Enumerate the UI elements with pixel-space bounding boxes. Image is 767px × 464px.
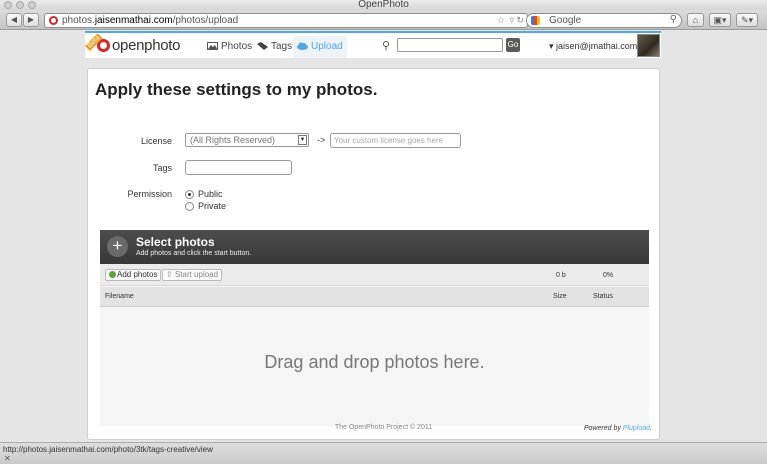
plus-icon: +	[107, 236, 128, 257]
google-icon	[531, 16, 540, 25]
uploader-subtitle: Add photos and click the start button.	[136, 250, 252, 257]
add-icon	[109, 271, 116, 278]
forward-arrow-icon: ▶	[27, 15, 35, 24]
upload-arrow-icon: ⇧	[166, 270, 173, 279]
permission-private-label: Private	[198, 201, 227, 211]
search-engine-placeholder: Google	[549, 15, 582, 26]
site-favicon-icon	[49, 16, 58, 25]
forward-button[interactable]: ▶	[23, 13, 39, 27]
permission-private-radio[interactable]	[185, 202, 194, 211]
status-column: Status	[593, 293, 613, 300]
uploader-header: + Select photos Add photos and click the…	[100, 230, 649, 264]
web-page: openphoto Beta Photos Tags Upload ⚲ Go ▾…	[0, 31, 767, 442]
status-url: http://photos.jaisenmathai.com/photo/3tk…	[3, 445, 213, 454]
nav-tags[interactable]: Tags	[253, 36, 296, 58]
logo-text: openphoto	[112, 37, 181, 54]
license-select[interactable]: (All Rights Reserved) ▼	[185, 133, 309, 147]
site-logo[interactable]: openphoto Beta	[85, 32, 181, 56]
site-header: openphoto Beta Photos Tags Upload ⚲ Go ▾…	[85, 31, 661, 58]
back-arrow-icon: ◀	[10, 15, 18, 24]
page-footer: The OpenPhoto Project © 2011	[334, 424, 433, 431]
minimize-window-button[interactable]	[16, 1, 24, 9]
address-url[interactable]: photos.jaisenmathai.com/photos/upload	[62, 15, 238, 26]
back-button[interactable]: ◀	[6, 13, 22, 27]
upload-cloud-icon	[297, 42, 308, 51]
bookmarks-button[interactable]: ▣▾	[709, 13, 731, 27]
search-icon: ⚲	[382, 40, 391, 52]
browser-toolbar: ◀ ▶ photos.jaisenmathai.com/photos/uploa…	[0, 10, 767, 30]
search-icon[interactable]: ⚲	[670, 14, 677, 25]
browser-statusbar: http://photos.jaisenmathai.com/photo/3tk…	[0, 442, 767, 464]
custom-license-placeholder: Your custom license goes here	[334, 136, 444, 145]
bookmarks-icon: ▣▾	[713, 15, 727, 25]
custom-license-input[interactable]: Your custom license goes here	[330, 133, 461, 148]
total-percent: 0%	[603, 272, 614, 279]
uploader-toolbar: Add photos ⇧ Start upload 0 b 0%	[100, 264, 649, 286]
avatar[interactable]	[637, 34, 660, 57]
tags-label: Tags	[152, 163, 172, 173]
uploader-title: Select photos	[136, 235, 215, 249]
search-engine-box[interactable]: Google ⚲	[526, 13, 682, 28]
drop-zone-text: Drag and drop photos here.	[264, 352, 485, 372]
filename-column: Filename	[105, 293, 134, 300]
select-arrow-icon: ▼	[298, 135, 307, 145]
user-menu[interactable]: ▾ jaisen@jmathai.com	[549, 41, 637, 52]
window-titlebar: OpenPhoto	[0, 0, 767, 10]
dropdown-icon[interactable]: ▿	[509, 15, 514, 26]
zoom-window-button[interactable]	[28, 1, 36, 9]
permission-label: Permission	[127, 189, 172, 199]
license-arrow: ->	[317, 135, 326, 145]
settings-icon: ✎▾	[740, 15, 754, 25]
license-label: License	[140, 136, 172, 146]
photos-icon	[207, 42, 218, 51]
caret-down-icon: ▾	[549, 41, 554, 51]
site-search-input[interactable]	[397, 38, 503, 52]
permission-public-label: Public	[198, 189, 223, 199]
add-photos-button[interactable]: Add photos	[105, 269, 162, 281]
search-go-button[interactable]: Go	[506, 38, 520, 52]
nav-upload[interactable]: Upload	[293, 36, 347, 58]
file-list-header: Filename Size Status	[100, 287, 649, 307]
bookmark-star-icon[interactable]: ☆	[497, 15, 505, 26]
start-upload-button[interactable]: ⇧ Start upload	[162, 269, 223, 281]
close-window-button[interactable]	[4, 1, 12, 9]
license-selected-value: (All Rights Reserved)	[190, 135, 276, 145]
window-title: OpenPhoto	[358, 0, 409, 10]
reload-icon[interactable]: ↻	[516, 15, 524, 26]
uploader: + Select photos Add photos and click the…	[100, 230, 649, 426]
user-email: jaisen@jmathai.com	[556, 41, 638, 51]
nav-photos[interactable]: Photos	[203, 36, 256, 58]
address-bar[interactable]: photos.jaisenmathai.com/photos/upload ☆ …	[44, 13, 528, 28]
tags-input[interactable]	[185, 160, 292, 175]
menu-button[interactable]: ✎▾	[736, 13, 758, 27]
permission-public-radio[interactable]	[185, 190, 194, 199]
home-button[interactable]: ⌂	[687, 13, 704, 27]
total-size: 0 b	[556, 272, 566, 279]
page-title: Apply these settings to my photos.	[95, 80, 378, 99]
upload-card: Apply these settings to my photos. Licen…	[87, 68, 660, 440]
close-statusbar-icon[interactable]: ✕	[4, 454, 11, 463]
home-icon: ⌂	[692, 15, 699, 25]
size-column: Size	[553, 293, 567, 300]
tags-icon	[257, 42, 268, 51]
